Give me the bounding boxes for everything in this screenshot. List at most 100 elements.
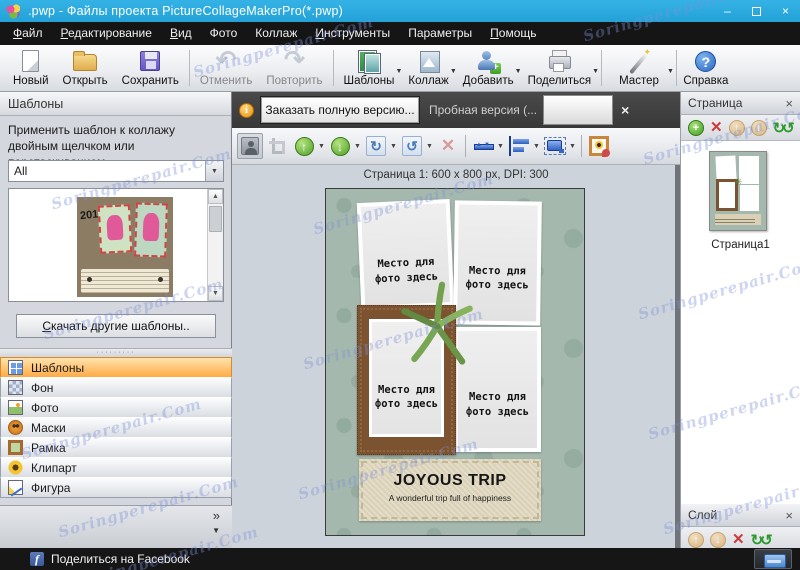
collage-text-label[interactable]: JOYOUS TRIP A wonderful trip full of hap… [359, 459, 541, 521]
panel-close-icon[interactable]: × [785, 96, 793, 111]
help-icon: ? [695, 51, 717, 72]
sidebar-item-templates[interactable]: Шаблоны [0, 357, 232, 378]
bring-forward-button[interactable]: ↑ [291, 133, 317, 159]
template-list-scrollbar[interactable]: ▲ ▼ [207, 189, 223, 301]
template-thumbnail[interactable]: 2015 [77, 197, 173, 297]
panel-toggle-button[interactable] [754, 549, 792, 569]
info-icon: i [239, 102, 254, 118]
menu-help[interactable]: Помощь [481, 22, 545, 45]
dropdown-arrow-icon[interactable]: ▼ [592, 68, 599, 75]
wizard-button[interactable]: Мастер ▼ [605, 45, 674, 91]
menu-edit[interactable]: Редактирование [52, 22, 161, 45]
dropdown-arrow-icon[interactable]: ▼ [318, 143, 326, 150]
scroll-down-icon[interactable]: ▼ [208, 286, 223, 301]
toolbar-separator [675, 50, 677, 86]
templates-panel-title: Шаблоны [0, 92, 231, 116]
plus-icon: + [490, 63, 502, 74]
page-thumbnail-list[interactable]: ✳ Страница1 [681, 141, 800, 504]
move-layer-down-button: ↓ [710, 531, 726, 548]
sidebar-item-clipart[interactable]: Клипарт [0, 457, 232, 478]
align-center-button[interactable] [470, 132, 496, 159]
banner-close-icon[interactable]: × [621, 102, 629, 118]
menu-view[interactable]: Вид [161, 22, 201, 45]
rotate-cw-button[interactable]: ↻ [363, 133, 389, 159]
crop-icon [269, 138, 285, 154]
maximize-button[interactable] [742, 0, 771, 22]
trial-banner: i Заказать полную версию... Пробная верс… [232, 92, 680, 128]
frame-icon [8, 440, 23, 455]
sidebar-item-background[interactable]: Фон [0, 377, 232, 398]
crop-button [264, 133, 290, 159]
download-templates-button[interactable]: Скачать другие шаблоны.. [16, 314, 216, 338]
templates-button[interactable]: Шаблоны ▼ [337, 45, 402, 91]
refresh-pages-button[interactable]: ↻↺ [773, 119, 795, 137]
help-button[interactable]: ? Справка [680, 45, 732, 91]
panel-close-icon[interactable]: × [785, 508, 793, 523]
chevron-right-icon[interactable]: » [213, 508, 220, 523]
chevron-down-icon[interactable]: ▼ [205, 161, 223, 181]
add-button[interactable]: + Добавить ▼ [456, 45, 522, 91]
dropdown-arrow-icon[interactable]: ▼ [569, 143, 577, 150]
new-button[interactable]: Новый [6, 45, 56, 91]
template-filter-value: All [14, 164, 28, 178]
sidebar-item-shape[interactable]: Фигура [0, 477, 232, 498]
grid-icon [8, 360, 23, 375]
dropdown-arrow-icon[interactable]: ▼ [354, 143, 362, 150]
page-thumbnail[interactable]: ✳ [709, 151, 767, 231]
dropdown-arrow-icon[interactable]: ▼ [533, 143, 541, 150]
collage-page[interactable]: Место для фото здесь Место для фото здес… [325, 188, 585, 536]
toolbar-separator [465, 135, 466, 157]
menu-file[interactable]: Файл [4, 22, 52, 45]
new-document-icon [22, 50, 40, 72]
menu-bar: Файл Редактирование Вид Фото Коллаж Инст… [0, 22, 800, 45]
menu-photo[interactable]: Фото [201, 22, 247, 45]
order-full-version-button[interactable]: Заказать полную версию... [261, 97, 419, 123]
refresh-layers-button[interactable]: ↻↺ [751, 531, 773, 549]
resize-icon [544, 137, 566, 155]
save-button[interactable]: Сохранить [115, 45, 186, 91]
starfish-decoration[interactable] [398, 281, 476, 369]
maximize-icon [752, 6, 761, 16]
move-page-down-button: ↓ [750, 119, 767, 136]
menu-tools[interactable]: Инструменты [306, 22, 399, 45]
minimize-button[interactable]: – [713, 0, 742, 22]
dropdown-arrow-icon[interactable]: ▼ [390, 143, 398, 150]
right-sidebar: Страница × + ✕ ↑ ↓ ↻↺ ✳ Страница1 Слой ×… [680, 92, 800, 570]
close-button[interactable]: × [771, 0, 800, 22]
template-photo-right [134, 202, 168, 258]
starfish-mini-icon: ✳ [734, 177, 743, 188]
send-backward-button[interactable]: ↓ [327, 133, 353, 159]
person-icon [241, 137, 259, 155]
menu-options[interactable]: Параметры [399, 22, 481, 45]
overflow-menu-arrow-icon[interactable]: ▼ [212, 526, 220, 535]
share-facebook-link[interactable]: Поделиться на Facebook [51, 552, 190, 566]
dropdown-arrow-icon[interactable]: ▼ [426, 143, 434, 150]
scrollbar-thumb[interactable] [209, 206, 222, 232]
canvas-workspace[interactable]: Место для фото здесь Место для фото здес… [232, 165, 680, 548]
status-bar: f Поделиться на Facebook [0, 548, 800, 570]
dropdown-arrow-icon[interactable]: ▼ [497, 143, 505, 150]
collage-button[interactable]: Коллаж ▼ [401, 45, 457, 91]
template-filter-dropdown[interactable]: All ▼ [8, 160, 224, 182]
frame-decor-button[interactable] [586, 133, 612, 159]
align-left-button[interactable] [506, 133, 532, 159]
label-subtitle: A wonderful trip full of happiness [388, 493, 512, 503]
resize-button[interactable] [542, 133, 568, 159]
scroll-up-icon[interactable]: ▲ [208, 189, 223, 204]
sidebar-item-masks[interactable]: Маски [0, 417, 232, 438]
sidebar-item-photo[interactable]: Фото [0, 397, 232, 418]
print-share-icon [546, 49, 572, 73]
delete-page-button[interactable]: ✕ [710, 119, 723, 136]
open-button[interactable]: Открыть [56, 45, 115, 91]
dropdown-arrow-icon[interactable]: ▼ [667, 68, 674, 75]
menu-collage[interactable]: Коллаж [246, 22, 306, 45]
rotate-ccw-button[interactable]: ↺ [399, 133, 425, 159]
share-button[interactable]: Поделиться ▼ [521, 45, 599, 91]
delete-layer-button[interactable]: ✕ [732, 531, 745, 548]
template-list[interactable]: 2015 ▲ ▼ [8, 188, 224, 302]
sidebar-item-frame[interactable]: Рамка [0, 437, 232, 458]
swap-photo-button[interactable] [237, 133, 263, 159]
arrow-down-circle-icon: ↓ [330, 136, 350, 156]
background-texture-icon [8, 380, 23, 395]
add-page-button[interactable]: + [688, 119, 704, 136]
